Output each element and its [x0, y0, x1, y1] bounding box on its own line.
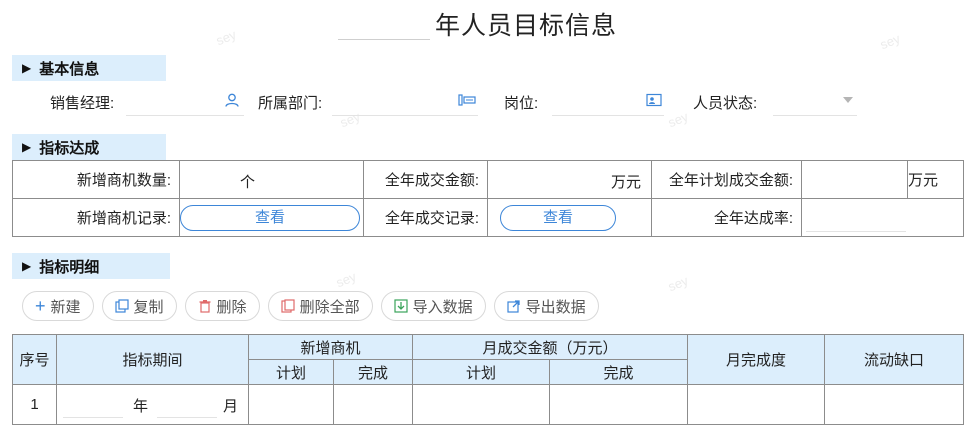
annual-deal-record-label: 全年成交记录:: [363, 198, 488, 237]
annual-rate-field[interactable]: [806, 231, 906, 232]
detail-toolbar: + 新建 复制 删除 删除全部 导入数据 导出数据: [22, 291, 599, 321]
delete-button[interactable]: 删除: [184, 291, 260, 321]
col-monthly-amount: 月成交金额（万元）: [412, 334, 689, 360]
watermark: sey: [665, 272, 691, 295]
row-gap[interactable]: [824, 384, 965, 425]
user-icon[interactable]: [224, 93, 240, 107]
col-amount-done: 完成: [549, 359, 689, 385]
copy-icon: [114, 299, 129, 313]
col-index: 序号: [12, 334, 57, 385]
page-title: 年人员目标信息: [435, 12, 618, 40]
import-button[interactable]: 导入数据: [380, 291, 486, 321]
annual-deal-label: 全年成交金额:: [363, 160, 488, 199]
position-label: 岗位:: [504, 95, 539, 112]
annual-rate-cell: [801, 198, 964, 237]
plus-icon: +: [35, 296, 46, 316]
import-icon: [393, 299, 408, 313]
delete-all-button[interactable]: 删除全部: [267, 291, 373, 321]
annual-deal-cell: 万元: [487, 160, 652, 199]
annual-rate-label: 全年达成率:: [651, 198, 802, 237]
section-basic-title: 基本信息: [39, 60, 100, 78]
new-opps-unit: 个: [240, 174, 256, 191]
trash-icon: [199, 300, 211, 313]
triangle-right-icon: ▶: [22, 61, 32, 75]
delete-button-label: 删除: [216, 298, 247, 316]
department-field[interactable]: [332, 88, 478, 116]
col-new-opps-plan: 计划: [248, 359, 334, 385]
period-year-input[interactable]: [63, 398, 123, 418]
row-amount-plan[interactable]: [412, 384, 551, 425]
watermark: sey: [333, 268, 359, 291]
basic-info-row: 销售经理: 所属部门: 岗位: 人员状态:: [0, 88, 978, 116]
annual-deal-unit: 万元: [610, 174, 641, 191]
row-index: 1: [12, 384, 57, 425]
delete-all-icon: [280, 299, 295, 313]
section-detail[interactable]: ▶ 指标明细: [12, 253, 170, 279]
col-gap: 流动缺口: [824, 334, 965, 385]
org-icon[interactable]: [458, 93, 476, 107]
new-opps-record-cell: 查看: [179, 198, 364, 237]
new-opps-cell: 个: [179, 160, 364, 199]
section-detail-title: 指标明细: [39, 258, 100, 276]
view-new-opps-button[interactable]: 查看: [180, 204, 360, 231]
copy-button[interactable]: 复制: [101, 291, 177, 321]
target-table: 新增商机数量: 个 全年成交金额: 万元 全年计划成交金额: 万元 新增商机记录…: [12, 160, 964, 237]
new-button-label: 新建: [50, 298, 81, 316]
chevron-down-icon[interactable]: [842, 96, 854, 104]
annual-deal-record-cell: 查看: [487, 198, 652, 237]
year-input[interactable]: [338, 18, 430, 40]
row-new-opps-plan[interactable]: [248, 384, 334, 425]
export-button-label: 导出数据: [525, 298, 586, 316]
col-monthly-rate: 月完成度: [687, 334, 826, 385]
new-opps-record-label: 新增商机记录:: [12, 198, 180, 237]
export-icon: [506, 300, 520, 313]
section-target[interactable]: ▶ 指标达成: [12, 134, 166, 160]
period-month-suffix: 月: [223, 398, 239, 415]
import-button-label: 导入数据: [412, 298, 473, 316]
period-year-suffix: 年: [133, 398, 149, 415]
col-new-opps: 新增商机: [247, 334, 414, 360]
new-opps-label: 新增商机数量:: [12, 160, 180, 199]
period-month-input[interactable]: [157, 398, 217, 418]
view-annual-deal-button[interactable]: 查看: [500, 204, 616, 231]
title-row: 年人员目标信息: [0, 6, 978, 42]
annual-plan-cell[interactable]: [801, 160, 908, 199]
col-amount-plan: 计划: [412, 359, 551, 385]
row-new-opps-done[interactable]: [332, 384, 414, 425]
export-button[interactable]: 导出数据: [493, 291, 599, 321]
col-period: 指标期间: [56, 334, 249, 385]
status-label: 人员状态:: [693, 95, 758, 112]
annual-plan-label: 全年计划成交金额:: [651, 160, 802, 199]
row-amount-done[interactable]: [549, 384, 689, 425]
detail-table: 序号 指标期间 新增商机 月成交金额（万元） 月完成度 流动缺口 计划 完成 计…: [12, 334, 965, 425]
triangle-right-icon: ▶: [22, 140, 32, 154]
annual-plan-unit: 万元: [907, 160, 964, 199]
section-basic-info[interactable]: ▶ 基本信息: [12, 55, 166, 81]
new-button[interactable]: + 新建: [22, 291, 94, 321]
row-period: 年 月: [56, 384, 249, 425]
department-label: 所属部门:: [258, 95, 323, 112]
table-row: 1 年 月: [12, 384, 965, 425]
triangle-right-icon: ▶: [22, 259, 32, 273]
row-monthly-rate[interactable]: [687, 384, 826, 425]
sales-manager-label: 销售经理:: [50, 95, 115, 112]
col-new-opps-done: 完成: [332, 359, 414, 385]
copy-button-label: 复制: [133, 298, 164, 316]
delete-all-button-label: 删除全部: [299, 298, 360, 316]
section-target-title: 指标达成: [39, 139, 100, 157]
id-card-icon[interactable]: [646, 93, 662, 107]
